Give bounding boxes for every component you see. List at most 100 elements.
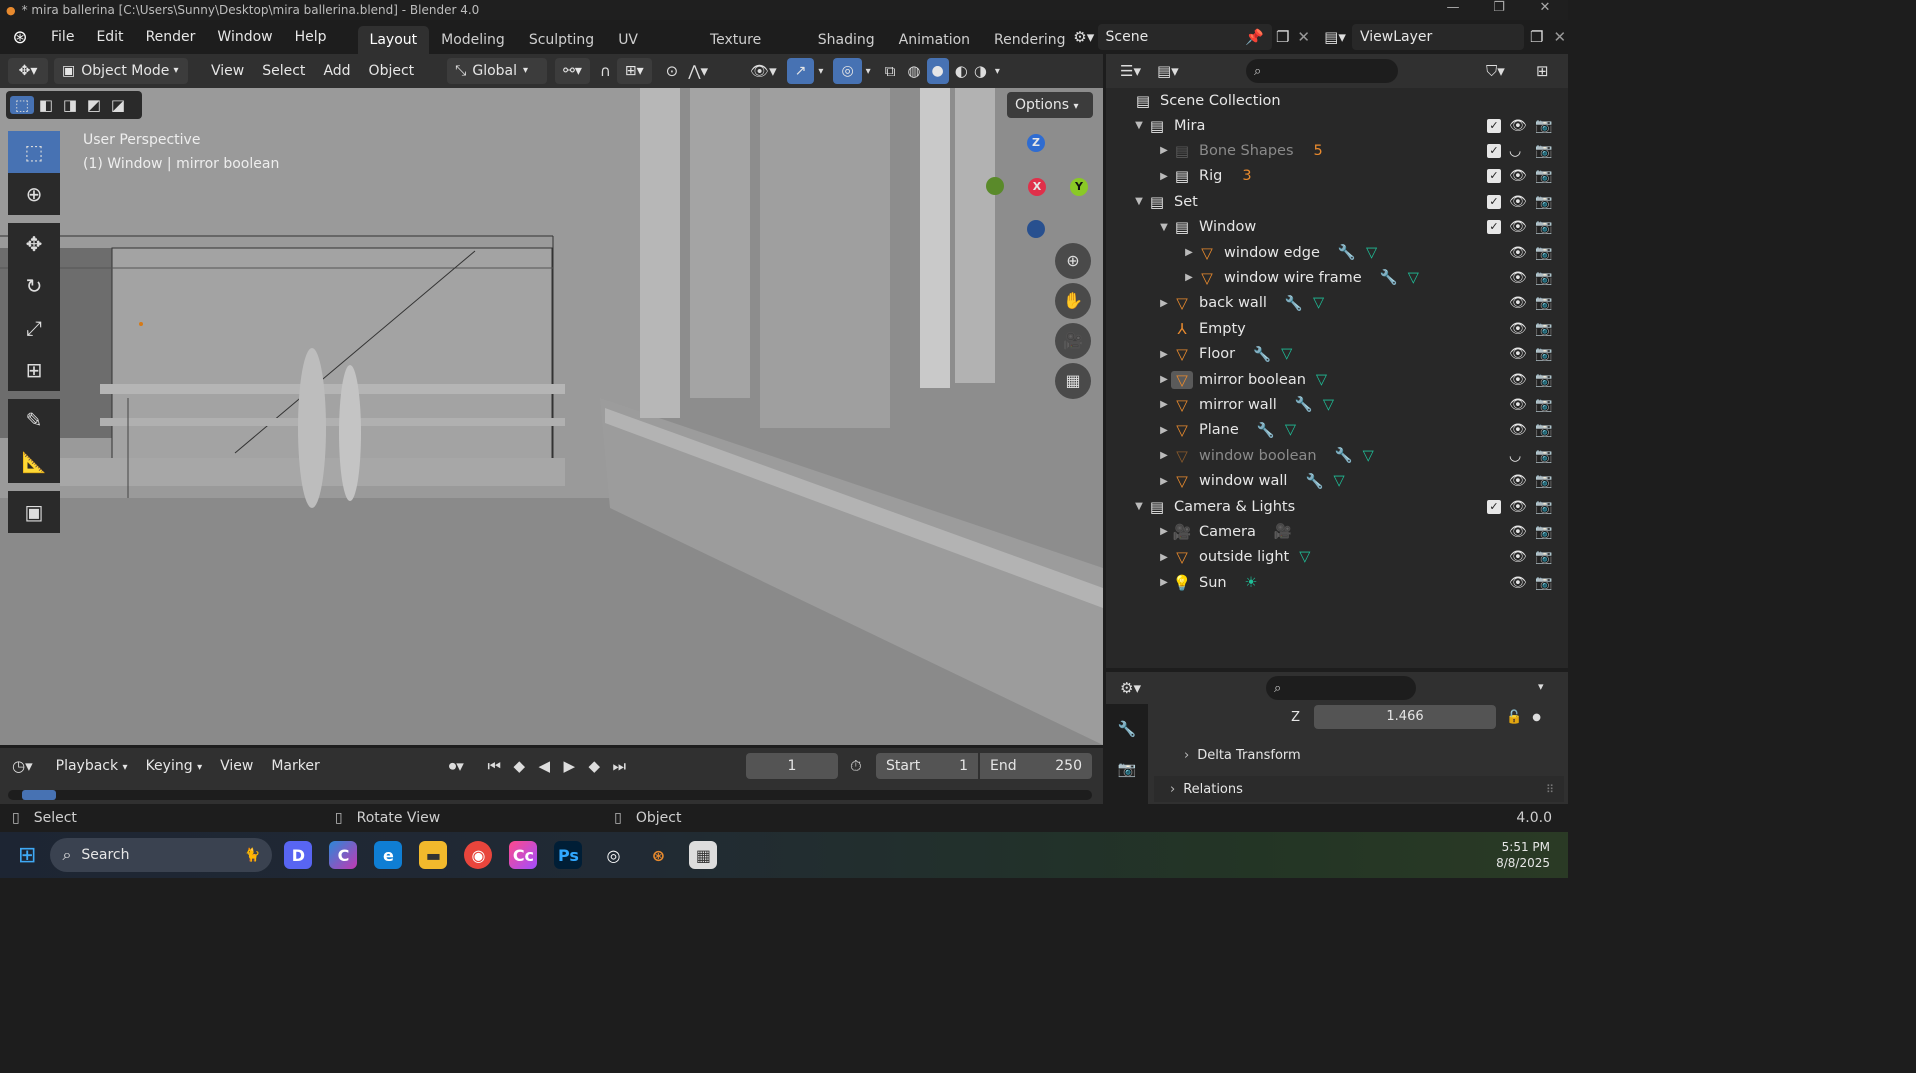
measure-tool-icon[interactable]: 📐	[8, 441, 60, 483]
eye-icon[interactable]: 👁	[1509, 575, 1527, 591]
play-reverse-icon[interactable]: ◀	[532, 757, 557, 775]
mesh-data-icon[interactable]: ▽	[1408, 270, 1419, 286]
outliner-row[interactable]: ▶ 🎥 Camera 🎥 👁 📷	[1106, 519, 1568, 544]
location-z-field[interactable]: 1.466	[1314, 705, 1496, 729]
xray-icon[interactable]: ⧉	[885, 62, 896, 80]
eye-icon[interactable]: 👁	[1509, 422, 1527, 438]
solid-shading-icon[interactable]: ●	[926, 58, 949, 84]
modifier-icon[interactable]: 🔧	[1257, 422, 1275, 439]
outliner-row[interactable]: ▼ ▤ Set ✓ 👁 📷	[1106, 189, 1568, 214]
editor-type-icon[interactable]: ✥▾	[8, 58, 48, 84]
outliner-row[interactable]: ▶ ▤ Rig 3 ✓ 👁 📷	[1106, 164, 1568, 189]
close-button[interactable]: ✕	[1522, 0, 1568, 15]
collapse-arrow-icon[interactable]: ▼	[1132, 501, 1146, 512]
outliner-row[interactable]: ▼ ▤ Camera & Lights ✓ 👁 📷	[1106, 494, 1568, 519]
outliner-row[interactable]: ▶ ▽ mirror wall 🔧 ▽ 👁 📷	[1106, 392, 1568, 417]
outliner-row[interactable]: ▶ ▤ Bone Shapes 5 ✓ ◡ 📷	[1106, 138, 1568, 163]
end-frame-field[interactable]: End 250	[980, 753, 1092, 779]
filter-icon[interactable]: ⛉▾	[1486, 62, 1505, 80]
mesh-data-icon[interactable]: ▽	[1323, 397, 1334, 413]
render-camera-icon[interactable]: 📷	[1535, 499, 1552, 515]
select-extend-icon[interactable]: ◧	[34, 96, 58, 114]
tab-shading[interactable]: Shading	[806, 26, 887, 54]
visibility-icon[interactable]: 👁▾	[750, 62, 777, 80]
outliner-row[interactable]: ▶ ▽ window wall 🔧 ▽ 👁 📷	[1106, 469, 1568, 494]
expand-arrow-icon[interactable]: ▶	[1157, 476, 1171, 487]
render-camera-icon[interactable]: 📷	[1535, 397, 1552, 413]
new-scene-icon[interactable]: ❐	[1276, 28, 1289, 46]
start-frame-field[interactable]: Start 1	[876, 753, 978, 779]
material-shading-icon[interactable]: ◐	[955, 62, 968, 80]
gizmo-y-axis[interactable]: Y	[1070, 178, 1088, 196]
pan-hand-icon[interactable]: ✋	[1055, 283, 1091, 319]
gizmo-dropdown-icon[interactable]: ▾	[818, 66, 823, 77]
discord-icon[interactable]: D	[284, 841, 313, 869]
pin-icon[interactable]: 📌	[1245, 28, 1264, 46]
outliner-row[interactable]: ▶ ▽ outside light ▽ 👁 📷	[1106, 545, 1568, 570]
eye-icon[interactable]: 👁	[1509, 549, 1527, 565]
eye-icon[interactable]: 👁	[1509, 321, 1527, 337]
timeline-editor-icon[interactable]: ◷▾	[12, 757, 33, 775]
display-mode-icon[interactable]: ▤▾	[1157, 62, 1179, 80]
zoom-icon[interactable]: ⊕	[1055, 243, 1091, 279]
edge-icon[interactable]: e	[374, 841, 403, 869]
copilot-icon[interactable]: C	[329, 841, 358, 869]
select-subtract-icon[interactable]: ◨	[58, 96, 82, 114]
drag-handle-icon[interactable]: ⠿	[1546, 783, 1554, 796]
select-box-tool-icon[interactable]: ⬚	[8, 131, 60, 173]
blender-taskbar-icon[interactable]: ⊛	[644, 841, 672, 869]
exclude-checkbox[interactable]: ✓	[1487, 194, 1501, 209]
eye-icon[interactable]: 👁	[1509, 372, 1527, 388]
eye-icon[interactable]: 👁	[1509, 245, 1527, 261]
properties-collapse-icon[interactable]: ▾	[1538, 680, 1544, 693]
creative-cloud-icon[interactable]: Cc	[509, 841, 538, 869]
render-camera-icon[interactable]: 📷	[1535, 168, 1552, 184]
tool-tab-icon[interactable]: 🔧	[1106, 720, 1148, 738]
modifier-icon[interactable]: 🔧	[1295, 396, 1313, 413]
modifier-icon[interactable]: 🔧	[1380, 269, 1398, 286]
render-camera-icon[interactable]: 📷	[1535, 270, 1552, 286]
timeline-view-menu[interactable]: View	[211, 758, 262, 774]
expand-arrow-icon[interactable]: ▶	[1157, 425, 1171, 436]
overlay-toggle-icon[interactable]: ◎	[833, 58, 862, 84]
annotate-tool-icon[interactable]: ✎	[8, 399, 60, 441]
render-camera-icon[interactable]: 📷	[1535, 321, 1552, 337]
ortho-grid-icon[interactable]: ▦	[1055, 363, 1091, 399]
chrome-icon[interactable]: ◉	[464, 841, 493, 869]
mesh-data-icon[interactable]: ▽	[1363, 448, 1374, 464]
menu-edit[interactable]: Edit	[85, 20, 134, 54]
exclude-checkbox[interactable]: ✓	[1487, 118, 1501, 133]
render-camera-icon[interactable]: 📷	[1535, 346, 1552, 362]
eye-closed-icon[interactable]: ◡	[1509, 448, 1521, 464]
outliner-editor-icon[interactable]: ☰▾	[1120, 62, 1141, 80]
render-camera-icon[interactable]: 📷	[1535, 143, 1552, 159]
menu-render[interactable]: Render	[135, 20, 207, 54]
mesh-data-icon[interactable]: ▽	[1281, 346, 1292, 362]
taskbar-search-box[interactable]: ⌕ Search 🐈	[50, 838, 273, 872]
expand-arrow-icon[interactable]: ▶	[1157, 298, 1171, 309]
windows-start-icon[interactable]: ⊞	[18, 843, 36, 868]
select-intersect-icon[interactable]: ◪	[106, 96, 130, 114]
modifier-icon[interactable]: 🔧	[1305, 473, 1323, 490]
transform-tool-icon[interactable]: ⊞	[8, 349, 60, 391]
eye-icon[interactable]: 👁	[1509, 194, 1527, 210]
jump-start-icon[interactable]: ⏮	[482, 757, 507, 775]
expand-arrow-icon[interactable]: ▶	[1157, 399, 1171, 410]
render-camera-icon[interactable]: 📷	[1535, 194, 1552, 210]
photoshop-icon[interactable]: Ps	[554, 841, 583, 869]
move-tool-icon[interactable]: ✥	[8, 223, 60, 265]
collapse-arrow-icon[interactable]: ▼	[1132, 196, 1146, 207]
play-icon[interactable]: ▶	[557, 757, 582, 775]
stopwatch-icon[interactable]: ⏱	[850, 757, 862, 775]
expand-arrow-icon[interactable]: ▶	[1157, 145, 1171, 156]
marker-menu[interactable]: Marker	[262, 758, 328, 774]
exclude-checkbox[interactable]: ✓	[1487, 169, 1501, 184]
viewlayer-selector[interactable]: ViewLayer	[1352, 24, 1524, 50]
relations-panel[interactable]: › Relations ⠿	[1154, 776, 1564, 802]
wireframe-shading-icon[interactable]: ◍	[907, 62, 920, 80]
render-camera-icon[interactable]: 📷	[1535, 575, 1552, 591]
outliner-row[interactable]: ▶ ▽ window boolean 🔧 ▽ ◡ 📷	[1106, 443, 1568, 468]
shading-dropdown-icon[interactable]: ▾	[995, 66, 1000, 77]
render-camera-icon[interactable]: 📷	[1535, 372, 1552, 388]
exclude-checkbox[interactable]: ✓	[1487, 143, 1501, 158]
